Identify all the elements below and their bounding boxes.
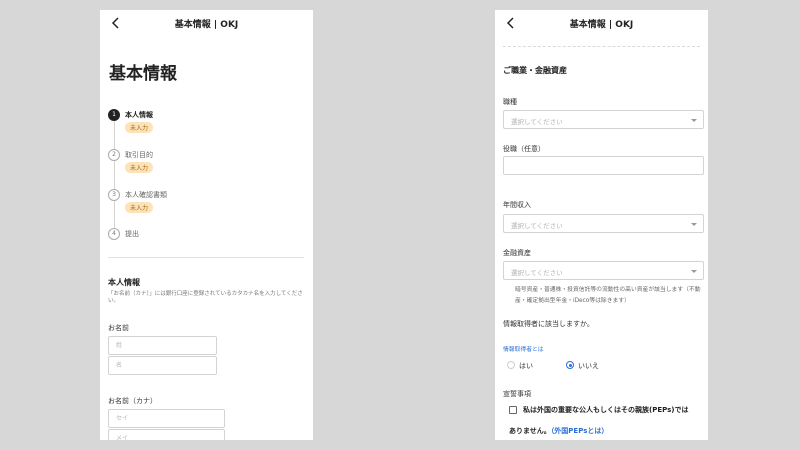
step-number: 2 <box>108 149 120 161</box>
step-number: 3 <box>108 189 120 201</box>
section-title: 本人情報 <box>108 278 140 287</box>
caret-down-icon <box>691 270 697 273</box>
income-label: 年間収入 <box>503 201 531 209</box>
occupation-label: 職種 <box>503 98 517 106</box>
page-header-title: 基本情報 | OKJ <box>569 20 634 30</box>
step-number: 4 <box>108 228 120 240</box>
name-label: お名前 <box>108 324 129 332</box>
status-badge: 未入力 <box>125 122 154 133</box>
declaration-text-cont: ありません。（外国PEPsとは） <box>509 426 608 436</box>
assets-note: 暗号資産・普通株・投資信託等の流動性の高い資産が該当します（不動産・確定拠出型年… <box>515 287 701 304</box>
assets-select[interactable]: 選択してください <box>503 261 704 280</box>
step-label: 本人確認書類 <box>125 191 167 199</box>
declaration-title: 宣誓事項 <box>503 390 531 398</box>
income-select[interactable]: 選択してください <box>503 214 704 233</box>
steps-connector <box>114 121 115 233</box>
page-title: 基本情報 <box>109 64 177 84</box>
position-label: 役職（任意） <box>503 145 545 153</box>
radio-circle <box>507 361 515 369</box>
page-header-title: 基本情報 | OKJ <box>174 20 239 30</box>
first-name-input[interactable] <box>108 356 217 375</box>
caret-down-icon <box>691 119 697 122</box>
step-number: 1 <box>108 109 120 121</box>
last-name-input[interactable] <box>108 336 217 355</box>
step-label: 取引目的 <box>125 151 153 159</box>
occupation-select[interactable]: 選択してください <box>503 110 704 129</box>
declaration-checkbox[interactable] <box>509 406 517 414</box>
first-name-kana-input[interactable] <box>108 429 225 440</box>
select-placeholder: 選択してください <box>511 118 563 126</box>
last-name-kana-input[interactable] <box>108 409 225 428</box>
radio-label: はい <box>519 362 533 370</box>
left-screen: 基本情報 | OKJ 基本情報 1 本人情報 未入力 2 取引目的 未入力 3 … <box>100 10 313 440</box>
declaration-text: 私は外国の重要な公人もしくはその親族(PEPs)では <box>523 406 689 414</box>
position-input[interactable] <box>503 156 704 175</box>
caret-down-icon <box>691 223 697 226</box>
select-placeholder: 選択してください <box>511 269 563 277</box>
status-badge: 未入力 <box>125 162 154 173</box>
radio-label: いいえ <box>578 362 599 370</box>
pep-info-link[interactable]: 情報取得者とは <box>503 344 544 353</box>
select-placeholder: 選択してください <box>511 222 563 230</box>
declaration-text-end: ありません。 <box>509 427 551 435</box>
dashed-divider <box>503 46 700 47</box>
status-badge: 未入力 <box>125 202 154 213</box>
foreign-peps-link[interactable]: （外国PEPsとは） <box>551 427 609 435</box>
top-bar: 基本情報 | OKJ <box>100 10 313 36</box>
pep-question: 情報取得者に該当しますか。 <box>503 320 594 328</box>
step-label: 本人情報 <box>125 111 153 119</box>
assets-label: 金融資産 <box>503 249 531 257</box>
divider <box>108 257 304 258</box>
right-screen: 基本情報 | OKJ ご職業・金融資産 職種 選択してください 役職（任意） 年… <box>495 10 708 440</box>
kana-name-label: お名前（カナ） <box>108 397 157 405</box>
section-title: ご職業・金融資産 <box>503 66 567 75</box>
step-label: 提出 <box>125 230 139 238</box>
progress-steps: 1 本人情報 未入力 2 取引目的 未入力 3 本人確認書類 未入力 4 提出 <box>108 109 308 249</box>
radio-circle-checked <box>566 361 574 369</box>
top-bar: 基本情報 | OKJ <box>495 10 708 36</box>
section-note: 「お名前（カナ）」には銀行口座に登録されているカタカナ名を入力してください。 <box>108 291 303 304</box>
